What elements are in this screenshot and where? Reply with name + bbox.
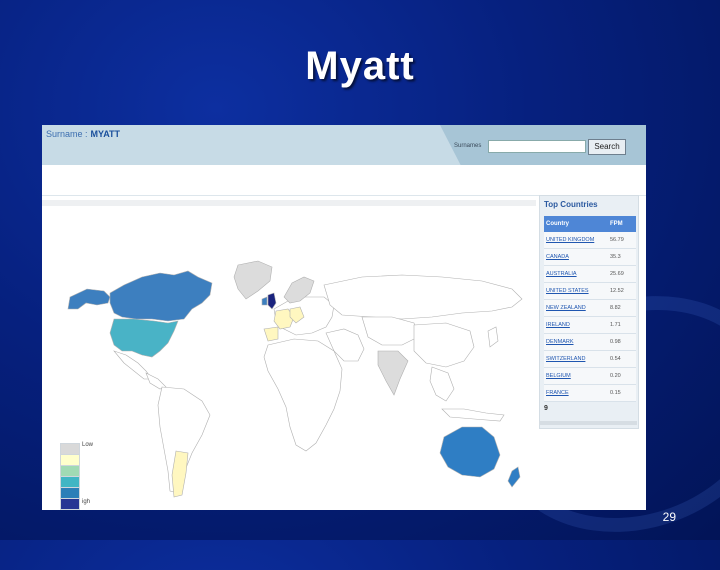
search-input[interactable] — [488, 140, 586, 153]
fpm-value: 12.52 — [608, 282, 636, 300]
panel-footer-bar — [539, 421, 637, 425]
surname-value: MYATT — [90, 129, 121, 139]
japan — [487, 326, 499, 348]
screenshot-panel: Surname : MYATT Surnames Search Low igh … — [42, 125, 646, 510]
header-fpm: FPM — [608, 216, 636, 232]
top-countries-table: Country FPM UNITED KINGDOM 56.79 CANADA 35… — [544, 216, 636, 402]
land-masses — [67, 260, 523, 498]
table-row: UNITED STATES 12.52 — [544, 282, 636, 300]
country-link[interactable]: BELGIUM — [544, 367, 608, 385]
country-link[interactable]: AUSTRALIA — [544, 265, 608, 283]
world-map — [67, 260, 523, 498]
top-countries-panel: Top Countries Country FPM UNITED KINGDOM… — [539, 195, 639, 429]
fpm-value: 0.98 — [608, 333, 636, 351]
country-link[interactable]: UNITED STATES — [544, 282, 608, 300]
usa — [109, 318, 179, 358]
china — [413, 322, 475, 368]
country-link[interactable]: IRELAND — [544, 316, 608, 334]
fpm-value: 0.15 — [608, 384, 636, 402]
country-link[interactable]: UNITED KINGDOM — [544, 232, 608, 249]
india — [377, 350, 409, 396]
legend-swatch-6 — [60, 498, 80, 510]
africa — [263, 338, 343, 452]
table-row: IRELAND 1.71 — [544, 316, 636, 334]
surname-label: Surname : — [46, 129, 88, 139]
table-row: NEW ZEALAND 8.82 — [544, 299, 636, 317]
country-link[interactable]: SWITZERLAND — [544, 350, 608, 368]
table-row: SWITZERLAND 0.54 — [544, 350, 636, 368]
fpm-value: 35.3 — [608, 248, 636, 266]
country-link[interactable]: DENMARK — [544, 333, 608, 351]
table-row: FRANCE 0.15 — [544, 384, 636, 402]
slide-number: 29 — [662, 510, 676, 524]
fpm-value: 0.54 — [608, 350, 636, 368]
fpm-value: 8.82 — [608, 299, 636, 317]
search-label: Surnames — [454, 143, 482, 149]
header-country: Country — [544, 216, 608, 232]
country-link[interactable]: NEW ZEALAND — [544, 299, 608, 317]
table-row: BELGIUM 0.20 — [544, 367, 636, 385]
legend-low-label: Low — [82, 442, 94, 448]
southeast-asia — [429, 366, 455, 402]
fpm-value: 25.69 — [608, 265, 636, 283]
search-button[interactable]: Search — [588, 139, 626, 155]
legend-high-label: igh — [82, 499, 91, 505]
header-left: Surname : MYATT — [42, 125, 440, 165]
alaska — [67, 288, 111, 310]
country-link[interactable]: CANADA — [544, 248, 608, 266]
fpm-value: 0.20 — [608, 367, 636, 385]
australia — [439, 426, 501, 478]
indonesia — [441, 408, 505, 422]
new-zealand — [507, 466, 521, 488]
uk — [267, 292, 277, 310]
more-indicator[interactable]: 9 — [544, 405, 548, 412]
table-row: CANADA 35.3 — [544, 248, 636, 266]
central-america — [145, 372, 167, 390]
greenland — [233, 260, 273, 300]
site-header: Surname : MYATT Surnames Search — [42, 125, 646, 165]
table-row: AUSTRALIA 25.69 — [544, 265, 636, 283]
slide-title: Myatt — [305, 44, 415, 88]
table-row: UNITED KINGDOM 56.79 — [544, 232, 636, 249]
fpm-value: 1.71 — [608, 316, 636, 334]
table-header-row: Country FPM — [544, 216, 636, 232]
top-countries-title: Top Countries — [544, 200, 598, 209]
table-row: DENMARK 0.98 — [544, 333, 636, 351]
fpm-value: 56.79 — [608, 232, 636, 249]
russia — [323, 274, 523, 320]
country-link[interactable]: FRANCE — [544, 384, 608, 402]
ireland — [261, 296, 268, 306]
central-asia — [361, 316, 419, 346]
canada — [109, 270, 213, 322]
surname-heading: Surname : MYATT — [46, 129, 120, 139]
spain-portugal — [263, 326, 279, 342]
